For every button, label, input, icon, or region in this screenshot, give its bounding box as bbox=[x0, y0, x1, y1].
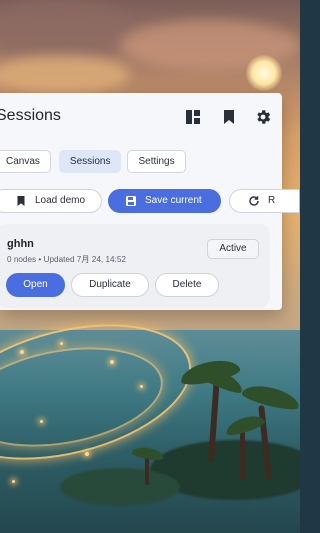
refresh-button[interactable]: R bbox=[229, 189, 299, 213]
bookmark-icon bbox=[17, 196, 25, 206]
sparkle bbox=[140, 385, 143, 388]
layout-icon[interactable] bbox=[184, 108, 202, 126]
page-title: Sessions bbox=[0, 107, 61, 124]
tab-sessions[interactable]: Sessions bbox=[58, 150, 122, 173]
refresh-label: R bbox=[268, 195, 276, 206]
gear-icon[interactable] bbox=[254, 108, 272, 126]
status-badge: Active bbox=[207, 239, 259, 259]
delete-button[interactable]: Delete bbox=[155, 273, 219, 297]
save-current-label: Save current bbox=[145, 195, 202, 206]
sparkle bbox=[12, 480, 15, 483]
open-button[interactable]: Open bbox=[6, 273, 65, 297]
island bbox=[60, 468, 180, 506]
sparkle bbox=[85, 452, 89, 456]
sun bbox=[246, 55, 282, 91]
sparkle bbox=[60, 342, 63, 345]
tab-canvas[interactable]: Canvas bbox=[0, 150, 51, 173]
bookmark-icon[interactable] bbox=[220, 108, 238, 126]
tab-settings[interactable]: Settings bbox=[127, 150, 186, 173]
palm-trunk bbox=[240, 430, 245, 480]
sparkle bbox=[40, 420, 43, 423]
session-name: ghhn bbox=[7, 238, 34, 250]
duplicate-button[interactable]: Duplicate bbox=[71, 273, 149, 297]
load-demo-label: Load demo bbox=[35, 195, 86, 206]
save-icon bbox=[126, 196, 136, 206]
load-demo-button[interactable]: Load demo bbox=[0, 189, 102, 213]
palm-trunk bbox=[145, 455, 149, 485]
session-meta: 0 nodes • Updated 7月 24, 14:52 bbox=[7, 255, 126, 264]
save-current-button[interactable]: Save current bbox=[108, 189, 221, 213]
tab-bar: Canvas Sessions Settings bbox=[0, 150, 186, 173]
sparkle bbox=[20, 350, 24, 354]
sparkle bbox=[110, 360, 114, 364]
refresh-icon bbox=[249, 196, 259, 206]
